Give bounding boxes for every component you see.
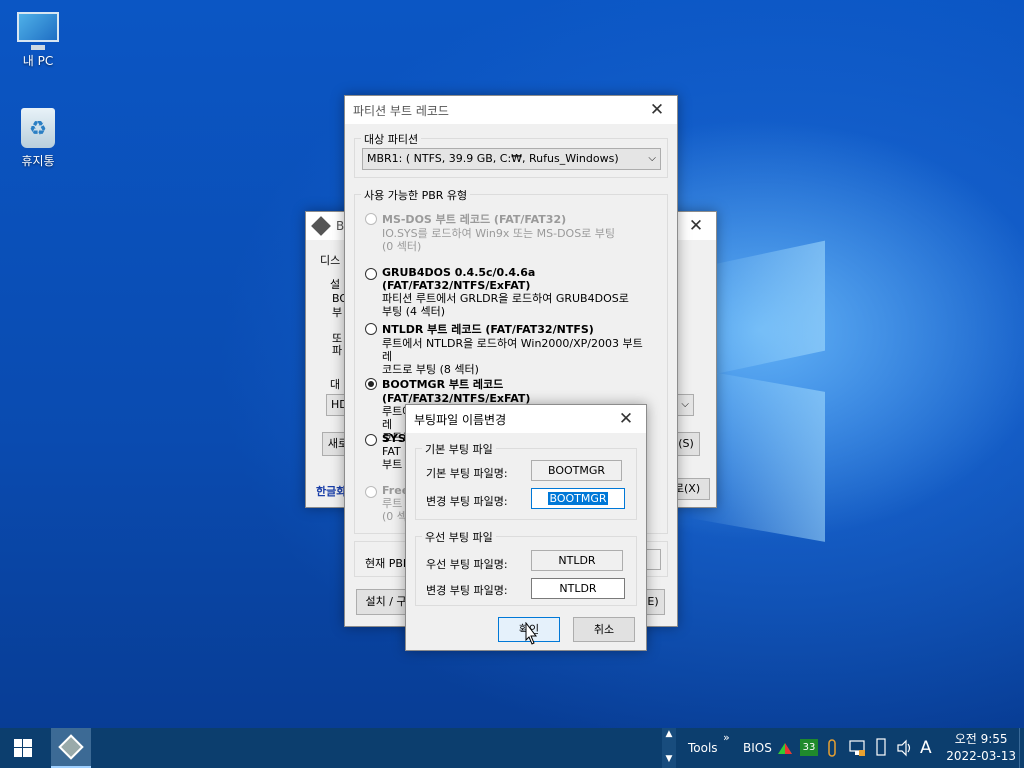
default-boot-group: 기본 부팅 파일 bbox=[415, 441, 637, 520]
change-priority-input[interactable]: NTLDR bbox=[531, 578, 625, 599]
option-desc: 루트에서 NTLDR을 로드하여 Win2000/XP/2003 부트 레 bbox=[382, 337, 643, 363]
tray-usb-icon[interactable] bbox=[826, 728, 838, 768]
desktop-icon-label: 휴지통 bbox=[21, 154, 55, 168]
chevron-down-icon: ⌵ bbox=[681, 399, 689, 410]
target-partition-label: 대상 파티션 bbox=[361, 131, 422, 147]
option-desc: 부팅 (4 섹터) bbox=[382, 305, 446, 318]
computer-icon bbox=[17, 12, 59, 50]
current-pbr-label: 현재 PBR bbox=[365, 557, 411, 570]
chevron-down-icon: ⌵ bbox=[648, 153, 656, 164]
desktop-icon-recycle-bin[interactable]: ♻ 휴지통 bbox=[6, 108, 70, 169]
current-pbr-field bbox=[645, 549, 661, 570]
toolbar-bios[interactable]: BIOS bbox=[743, 728, 772, 768]
change-priority-label: 변경 부팅 파일명: bbox=[426, 584, 508, 597]
cancel-button[interactable]: 취소 bbox=[573, 617, 635, 642]
bios-label: BIOS bbox=[743, 741, 772, 755]
default-boot-group-label: 기본 부팅 파일 bbox=[422, 441, 496, 457]
option-grub4dos[interactable]: GRUB4DOS 0.4.5c/0.4.6a (FAT/FAT32/NTFS/E… bbox=[365, 266, 650, 318]
option-title: GRUB4DOS 0.4.5c/0.4.6a (FAT/FAT32/NTFS/E… bbox=[382, 266, 536, 292]
desktop: 내 PC ♻ 휴지통 B( ✕ 디스 설 BO 부 또 파 대 HD ⌵ 새로 … bbox=[0, 0, 1024, 728]
tools-label: Tools bbox=[688, 741, 718, 755]
target-partition-select[interactable]: MBR1: ( NTFS, 39.9 GB, C:₩, Rufus_Window… bbox=[362, 148, 661, 170]
app-icon bbox=[311, 216, 331, 236]
priority-file-label: 우선 부팅 파일명: bbox=[426, 558, 508, 571]
option-desc: (0 섹터) bbox=[382, 240, 422, 253]
bg-close-button[interactable]: ✕ bbox=[676, 212, 716, 240]
radio-button[interactable] bbox=[365, 434, 377, 446]
mouse-cursor-icon bbox=[525, 622, 538, 645]
bg-group-label: 설 bbox=[330, 278, 341, 291]
radio-button[interactable] bbox=[365, 486, 377, 498]
option-desc: 코드로 부팅 (8 섹터) bbox=[382, 363, 479, 376]
tray-scroller[interactable]: ▲ ▼ bbox=[662, 728, 676, 768]
priority-boot-group-label: 우선 부팅 파일 bbox=[422, 529, 496, 545]
rename-dialog: 부팅파일 이름변경 ✕ 기본 부팅 파일 기본 부팅 파일명: BOOTMGR … bbox=[405, 404, 647, 651]
change-file-input[interactable]: BOOTMGR bbox=[531, 488, 625, 509]
bg-link[interactable]: 한글화 bbox=[316, 483, 346, 499]
clock-time: 오전 9:55 bbox=[954, 732, 1008, 746]
tray-device-icon[interactable] bbox=[874, 728, 888, 768]
priority-file-field: NTLDR bbox=[531, 550, 623, 571]
recycle-bin-icon: ♻ bbox=[21, 108, 55, 148]
taskbar-app-bootice[interactable] bbox=[51, 728, 91, 768]
target-partition-value: MBR1: ( NTFS, 39.9 GB, C:₩, Rufus_Window… bbox=[367, 152, 619, 165]
default-file-label: 기본 부팅 파일명: bbox=[426, 467, 508, 480]
tray-badge-number: 33 bbox=[802, 742, 816, 753]
tray-network-monitor-icon[interactable] bbox=[776, 728, 794, 768]
taskbar: ▲ ▼ Tools » BIOS 33 A 오전 9:55 2022-03-13 bbox=[0, 728, 1024, 768]
tray-badge[interactable]: 33 bbox=[800, 739, 818, 756]
radio-button[interactable] bbox=[365, 268, 377, 280]
option-desc: 파티션 루트에서 GRLDR을 로드하여 GRUB4DOS로 bbox=[382, 292, 629, 305]
change-file-label: 변경 부팅 파일명: bbox=[426, 495, 508, 508]
tray-network-icon[interactable] bbox=[848, 728, 866, 768]
ime-indicator[interactable]: A bbox=[920, 728, 932, 768]
radio-button[interactable] bbox=[365, 213, 377, 225]
option-msdos[interactable]: MS-DOS 부트 레코드 (FAT/FAT32) IO.SYS를 로드하여 W… bbox=[365, 211, 650, 253]
option-desc: IO.SYS를 로드하여 Win9x 또는 MS-DOS로 부팅 bbox=[382, 227, 616, 240]
option-title: NTLDR 부트 레코드 (FAT/FAT32/NTFS) bbox=[382, 323, 594, 336]
rename-titlebar: 부팅파일 이름변경 ✕ bbox=[406, 405, 646, 433]
start-button[interactable] bbox=[0, 728, 48, 768]
default-file-field: BOOTMGR bbox=[531, 460, 622, 481]
toolbar-tools[interactable]: Tools bbox=[688, 728, 718, 768]
show-desktop-button[interactable] bbox=[1019, 728, 1024, 768]
rename-close-button[interactable]: ✕ bbox=[606, 405, 646, 433]
bg-text: 부 bbox=[332, 306, 343, 319]
rename-title: 부팅파일 이름변경 bbox=[414, 412, 507, 427]
windows-logo-icon bbox=[14, 739, 32, 757]
pbr-title: 파티션 부트 레코드 bbox=[353, 103, 449, 118]
change-file-value: BOOTMGR bbox=[548, 492, 608, 505]
toolbar-expand-icon[interactable]: » bbox=[723, 718, 730, 758]
ime-label: A bbox=[920, 738, 932, 758]
clock-date: 2022-03-13 bbox=[946, 749, 1016, 763]
bg-tab[interactable]: 디스 bbox=[320, 252, 340, 268]
chevron-down-icon: ▼ bbox=[665, 754, 673, 764]
chevron-up-icon: ▲ bbox=[665, 729, 673, 739]
radio-button-selected[interactable] bbox=[365, 378, 377, 390]
bg-text: 파 bbox=[332, 344, 343, 357]
volume-icon[interactable] bbox=[896, 728, 914, 768]
pbr-titlebar: 파티션 부트 레코드 ✕ bbox=[345, 96, 677, 124]
taskbar-clock[interactable]: 오전 9:55 2022-03-13 bbox=[946, 731, 1016, 765]
option-ntldr[interactable]: NTLDR 부트 레코드 (FAT/FAT32/NTFS) 루트에서 NTLDR… bbox=[365, 321, 650, 376]
option-title: BOOTMGR 부트 레코드 (FAT/FAT32/NTFS/ExFAT) bbox=[382, 378, 531, 405]
pbr-close-button[interactable]: ✕ bbox=[637, 96, 677, 124]
radio-button[interactable] bbox=[365, 323, 377, 335]
desktop-icon-my-pc[interactable]: 내 PC bbox=[6, 12, 70, 69]
pbr-type-label: 사용 가능한 PBR 유형 bbox=[361, 187, 471, 203]
bg-label: 대 bbox=[330, 378, 341, 391]
option-title: MS-DOS 부트 레코드 (FAT/FAT32) bbox=[382, 213, 567, 226]
bootice-icon bbox=[58, 734, 84, 760]
desktop-icon-label: 내 PC bbox=[22, 54, 54, 68]
